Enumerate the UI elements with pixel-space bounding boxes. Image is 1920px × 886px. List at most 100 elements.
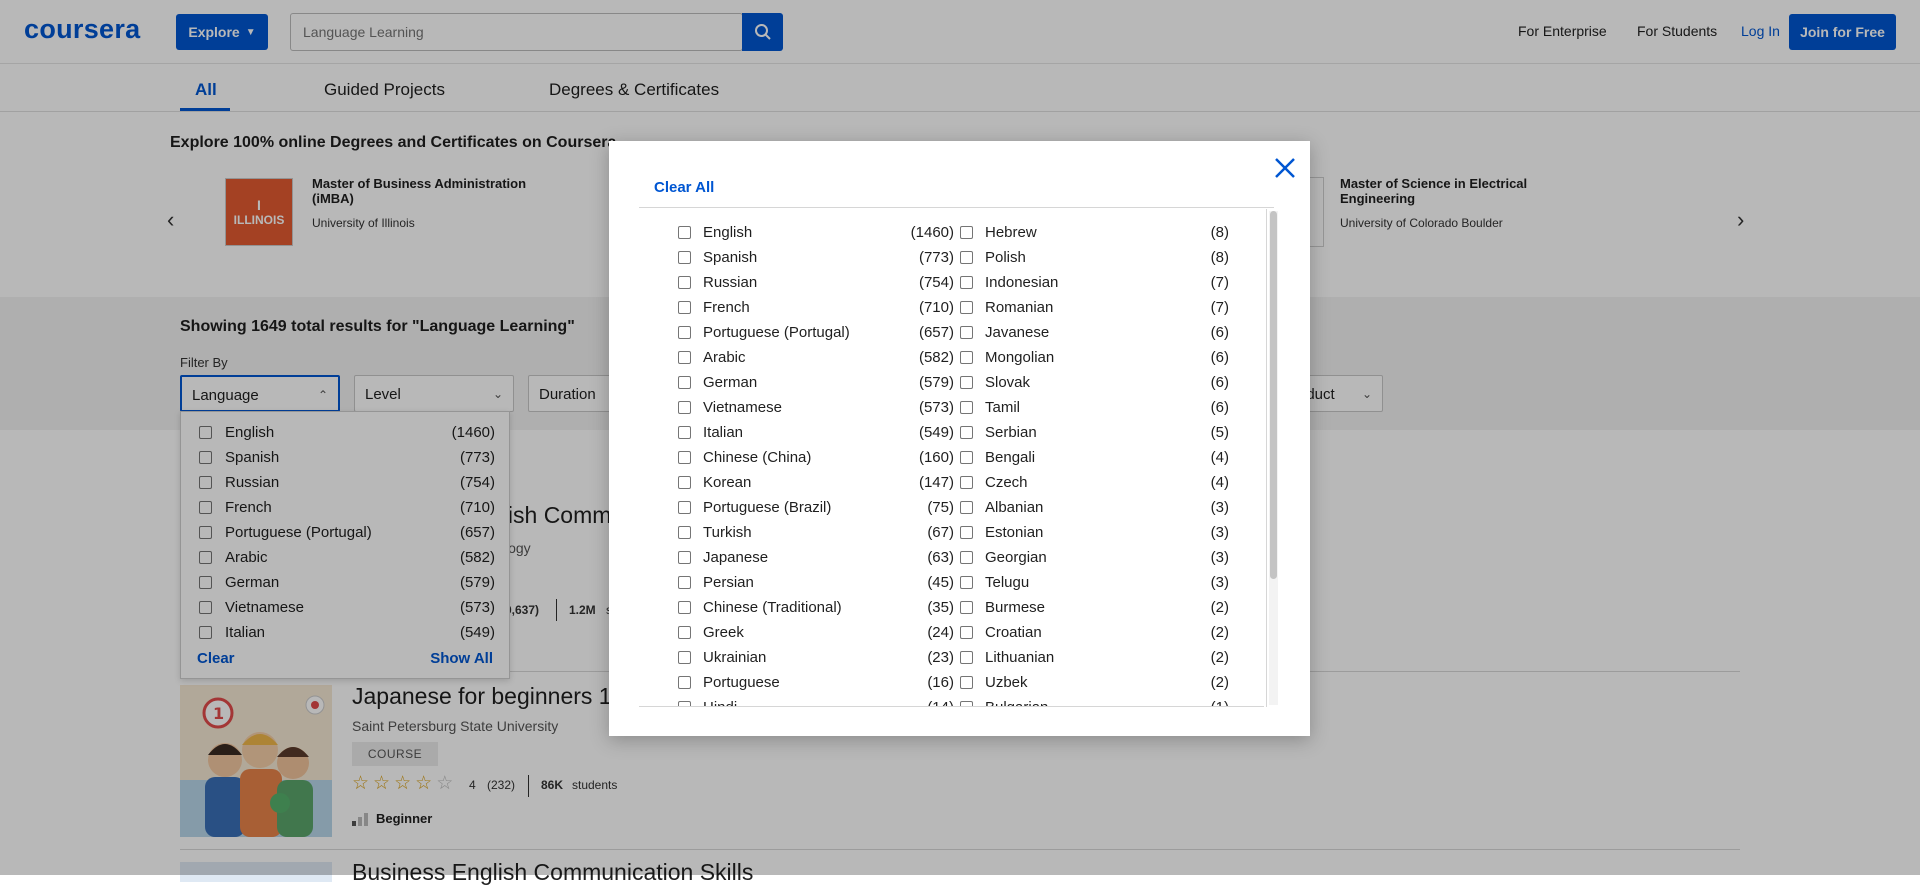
language-option[interactable]: Indonesian (7) [960,270,1229,295]
language-count: (3) [1210,524,1229,541]
checkbox[interactable] [960,526,973,539]
checkbox[interactable] [678,676,691,689]
language-option[interactable]: Russian (754) [678,270,954,295]
language-option[interactable]: Burmese (2) [960,595,1229,620]
checkbox[interactable] [678,301,691,314]
checkbox[interactable] [960,251,973,264]
checkbox[interactable] [678,476,691,489]
language-option[interactable]: Korean (147) [678,470,954,495]
language-label: Greek [703,624,744,641]
language-option[interactable]: Turkish (67) [678,520,954,545]
checkbox[interactable] [960,226,973,239]
checkbox[interactable] [678,701,691,706]
language-option[interactable]: Lithuanian (2) [960,645,1229,670]
checkbox[interactable] [960,476,973,489]
checkbox[interactable] [960,576,973,589]
language-option[interactable]: Portuguese (16) [678,670,954,695]
checkbox[interactable] [678,451,691,464]
language-count: (3) [1210,574,1229,591]
language-option[interactable]: Polish (8) [960,245,1229,270]
language-list: English (1460) Spanish (773) Russian (754) Fre… [639,209,1264,707]
checkbox[interactable] [960,501,973,514]
language-option[interactable]: Uzbek (2) [960,670,1229,695]
checkbox[interactable] [678,576,691,589]
checkbox[interactable] [678,526,691,539]
checkbox[interactable] [960,451,973,464]
language-label: Korean [703,474,752,491]
language-option[interactable]: Chinese (Traditional) (35) [678,595,954,620]
language-count: (147) [918,474,954,491]
checkbox[interactable] [960,426,973,439]
language-option[interactable]: Bulgarian (1) [960,695,1229,706]
language-option[interactable]: Croatian (2) [960,620,1229,645]
language-option[interactable]: Georgian (3) [960,545,1229,570]
language-label: Javanese [985,324,1050,341]
language-option[interactable]: Portuguese (Brazil) (75) [678,495,954,520]
language-label: Portuguese [703,674,780,691]
language-option[interactable]: French (710) [678,295,954,320]
checkbox[interactable] [960,551,973,564]
checkbox[interactable] [678,626,691,639]
checkbox[interactable] [960,601,973,614]
language-option[interactable]: Bengali (4) [960,445,1229,470]
language-option[interactable]: Japanese (63) [678,545,954,570]
language-option[interactable]: English (1460) [678,220,954,245]
language-option[interactable]: Vietnamese (573) [678,395,954,420]
checkbox[interactable] [960,326,973,339]
language-option[interactable]: Arabic (582) [678,345,954,370]
language-option[interactable]: Mongolian (6) [960,345,1229,370]
checkbox[interactable] [960,301,973,314]
language-option[interactable]: Serbian (5) [960,420,1229,445]
language-option[interactable]: Hebrew (8) [960,220,1229,245]
language-label: Chinese (Traditional) [703,599,842,616]
close-icon[interactable] [1272,155,1298,181]
checkbox[interactable] [960,701,973,706]
language-option[interactable]: Spanish (773) [678,245,954,270]
language-option[interactable]: Ukrainian (23) [678,645,954,670]
language-label: Hebrew [985,224,1037,241]
checkbox[interactable] [678,601,691,614]
language-option[interactable]: Javanese (6) [960,320,1229,345]
language-count: (8) [1210,224,1229,241]
checkbox[interactable] [678,276,691,289]
checkbox[interactable] [678,226,691,239]
language-label: German [703,374,758,391]
language-option[interactable]: Italian (549) [678,420,954,445]
checkbox[interactable] [960,376,973,389]
checkbox[interactable] [960,651,973,664]
language-option[interactable]: Portuguese (Portugal) (657) [678,320,954,345]
language-option[interactable]: Hindi (14) [678,695,954,706]
language-option[interactable]: Estonian (3) [960,520,1229,545]
checkbox[interactable] [960,676,973,689]
language-label: Lithuanian [985,649,1055,666]
checkbox[interactable] [960,276,973,289]
language-label: Czech [985,474,1028,491]
language-option[interactable]: Persian (45) [678,570,954,595]
checkbox[interactable] [678,401,691,414]
checkbox[interactable] [678,651,691,664]
language-label: Slovak [985,374,1031,391]
language-option[interactable]: Tamil (6) [960,395,1229,420]
checkbox[interactable] [960,401,973,414]
language-option[interactable]: Chinese (China) (160) [678,445,954,470]
checkbox[interactable] [678,326,691,339]
language-option[interactable]: Czech (4) [960,470,1229,495]
language-option[interactable]: Albanian (3) [960,495,1229,520]
language-option[interactable]: Greek (24) [678,620,954,645]
clear-all-button[interactable]: Clear All [654,179,714,196]
checkbox[interactable] [960,626,973,639]
checkbox[interactable] [678,251,691,264]
checkbox[interactable] [678,351,691,364]
language-option[interactable]: Telugu (3) [960,570,1229,595]
checkbox[interactable] [678,376,691,389]
language-label: Chinese (China) [703,449,812,466]
language-option[interactable]: Romanian (7) [960,295,1229,320]
checkbox[interactable] [960,351,973,364]
checkbox[interactable] [678,501,691,514]
language-option[interactable]: Slovak (6) [960,370,1229,395]
checkbox[interactable] [678,426,691,439]
checkbox[interactable] [678,551,691,564]
scrollbar-thumb[interactable] [1270,211,1277,579]
scrollbar[interactable] [1269,211,1278,705]
language-option[interactable]: German (579) [678,370,954,395]
